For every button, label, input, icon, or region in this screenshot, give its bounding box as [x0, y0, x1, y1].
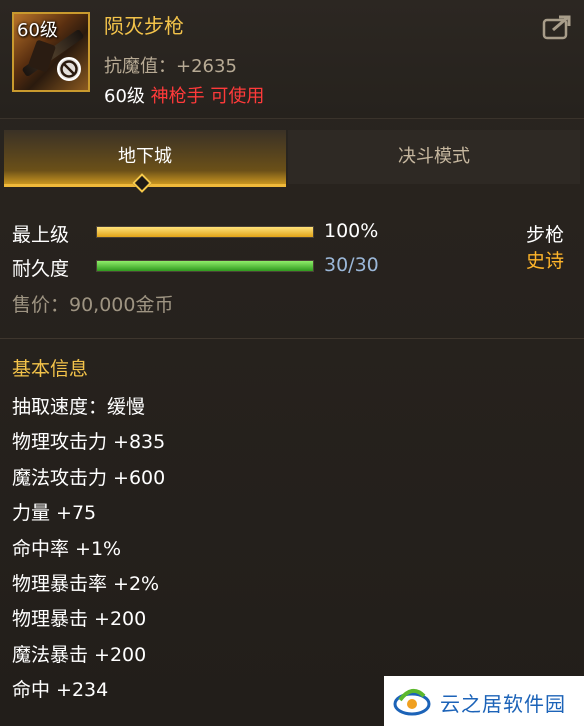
item-requirement: 60级 神枪手 可使用 — [104, 82, 264, 108]
info-row: 命中率 +1% — [12, 537, 122, 560]
item-tooltip-panel: 60级 陨灭步枪 抗魔值：+2635 60级 神枪手 可使用 地下城 决斗模式 … — [0, 0, 584, 726]
item-bars: 最上级 100% 步枪 耐久度 30/30 史诗 售价：90,000金币 — [0, 210, 584, 316]
watermark-logo-icon — [393, 688, 431, 716]
durability-bar-fill — [97, 261, 313, 271]
grade-value: 100% — [324, 220, 379, 242]
info-row: 力量 +75 — [12, 502, 97, 525]
basic-info-section: 基本信息 抽取速度：缓慢 物理攻击力 +835 魔法攻击力 +600 力量 +7… — [12, 354, 165, 709]
item-icon[interactable]: 60级 — [12, 12, 90, 92]
info-row: 物理暴击率 +2% — [12, 572, 160, 595]
grade-label: 最上级 — [12, 224, 70, 246]
item-rarity: 史诗 — [525, 250, 564, 272]
info-row: 物理暴击 +200 — [12, 608, 147, 631]
share-icon[interactable] — [542, 14, 572, 40]
weapon-type: 步枪 — [525, 224, 564, 246]
durability-bar — [96, 260, 314, 272]
info-row: 物理攻击力 +835 — [12, 431, 166, 454]
sell-price: 售价：90,000金币 — [12, 294, 174, 316]
info-row: 命中 +234 — [12, 679, 109, 702]
grade-bar — [96, 226, 314, 238]
tab-pvp[interactable]: 决斗模式 — [288, 130, 580, 184]
item-header: 60级 陨灭步枪 抗魔值：+2635 60级 神枪手 可使用 — [0, 0, 584, 119]
grade-bar-fill — [97, 227, 313, 237]
item-stat: 抗魔值：+2635 — [104, 56, 237, 77]
watermark: 云之居软件园 — [384, 676, 584, 726]
rifle-grip-image — [27, 39, 57, 73]
required-class: 神枪手 可使用 — [150, 86, 265, 107]
watermark-text: 云之居软件园 — [440, 692, 566, 716]
info-row: 抽取速度：缓慢 — [12, 396, 146, 418]
item-name: 陨灭步枪 — [104, 14, 184, 38]
section-divider — [0, 338, 584, 339]
required-level: 60级 — [104, 86, 145, 107]
durability-value: 30/30 — [324, 254, 379, 276]
basic-info-title: 基本信息 — [12, 358, 89, 380]
durability-label: 耐久度 — [12, 258, 70, 280]
info-row: 魔法攻击力 +600 — [12, 466, 166, 489]
mode-tabs: 地下城 决斗模式 — [0, 130, 584, 193]
info-row: 魔法暴击 +200 — [12, 643, 147, 666]
item-level-badge: 60级 — [17, 20, 58, 41]
forbid-icon — [57, 57, 81, 81]
